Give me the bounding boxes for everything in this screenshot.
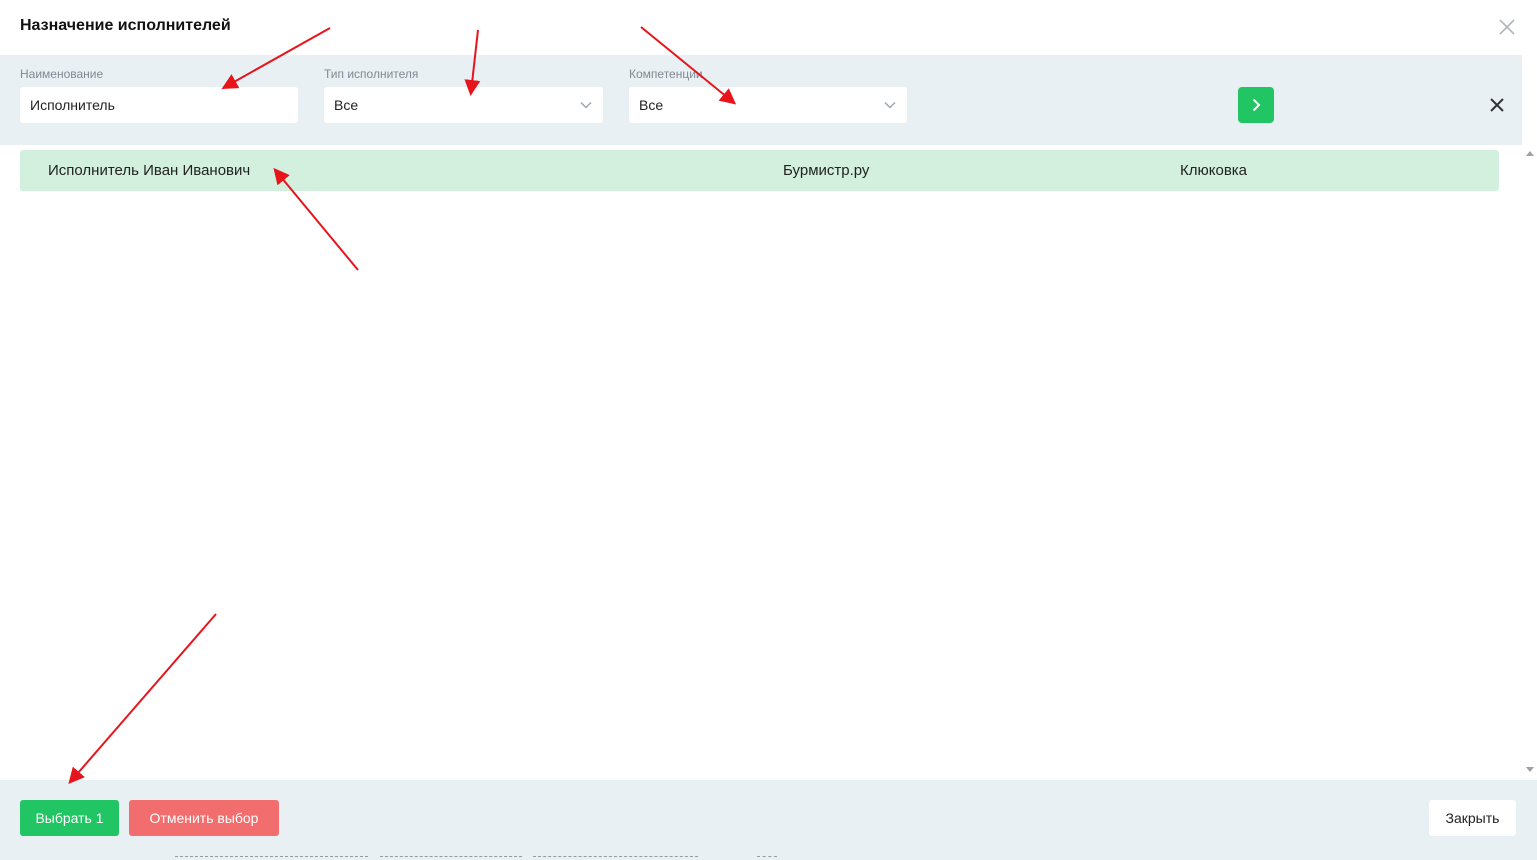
clear-filters-icon[interactable] xyxy=(1488,96,1506,114)
competencies-value: Все xyxy=(639,97,664,113)
dialog-title: Назначение исполнителей xyxy=(20,17,231,34)
name-filter-input[interactable] xyxy=(20,87,298,123)
chevron-down-icon xyxy=(884,102,896,109)
divider xyxy=(533,856,698,857)
executor-organization: Бурмистр.ру xyxy=(783,162,870,179)
dialog-footer: Выбрать 1 Отменить выбор Закрыть xyxy=(0,780,1537,860)
executor-name: Исполнитель Иван Иванович xyxy=(48,162,251,179)
name-filter-label: Наименование xyxy=(20,67,104,81)
scroll-up-icon[interactable] xyxy=(1526,151,1534,156)
cancel-selection-button[interactable]: Отменить выбор xyxy=(129,800,279,836)
filter-panel: Наименование Тип исполнителя Все Компете… xyxy=(0,55,1522,145)
executor-address: Клюковка xyxy=(1180,162,1248,179)
close-button[interactable]: Закрыть xyxy=(1429,800,1516,836)
close-icon[interactable] xyxy=(1497,17,1517,37)
assign-executors-dialog: Назначение исполнителей Наименование Тип… xyxy=(0,0,1537,860)
scrollbar[interactable] xyxy=(1522,55,1537,780)
apply-filters-button[interactable] xyxy=(1238,87,1274,123)
scroll-down-icon[interactable] xyxy=(1526,767,1534,772)
divider xyxy=(380,856,522,857)
competencies-label: Компетенции xyxy=(629,67,703,81)
competencies-select[interactable]: Все xyxy=(629,87,907,123)
list-item[interactable]: Исполнитель Иван Иванович Бурмистр.ру Кл… xyxy=(20,150,1499,191)
divider xyxy=(757,856,777,857)
chevron-right-icon xyxy=(1252,98,1261,112)
executor-type-select[interactable]: Все xyxy=(324,87,603,123)
dialog-header: Назначение исполнителей xyxy=(0,0,1537,55)
select-button[interactable]: Выбрать 1 xyxy=(20,800,119,836)
executor-list: Исполнитель Иван Иванович Бурмистр.ру Кл… xyxy=(0,145,1522,780)
chevron-down-icon xyxy=(580,102,592,109)
executor-type-value: Все xyxy=(334,97,359,113)
executor-type-label: Тип исполнителя xyxy=(324,67,419,81)
divider xyxy=(175,856,368,857)
